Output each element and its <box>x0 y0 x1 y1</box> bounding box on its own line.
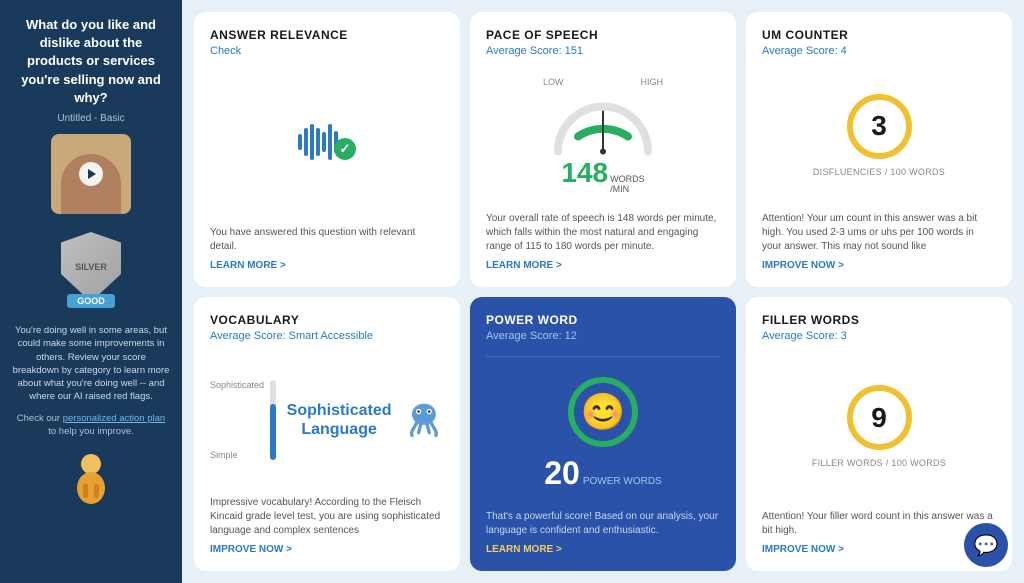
vocab-avg: Average Score: Smart Accessible <box>210 330 444 342</box>
filler-avg: Average Score: 3 <box>762 330 996 342</box>
filler-gauge: 9 <box>847 385 912 450</box>
vocab-level-labels: Sophisticated Simple <box>210 380 264 460</box>
play-button[interactable] <box>79 162 103 186</box>
um-action[interactable]: IMPROVE NOW > <box>762 260 996 271</box>
power-content: 😊 20 POWER WORDS <box>486 363 720 505</box>
power-divider <box>486 356 720 357</box>
power-avg: Average Score: 12 <box>486 330 720 342</box>
avatar[interactable] <box>51 134 131 214</box>
filler-content: 9 FILLER WORDS / 100 WORDS <box>762 350 996 505</box>
badge-container: SILVER GOOD <box>61 232 121 308</box>
waveform-icon <box>298 122 338 162</box>
cards-grid: ANSWER RELEVANCE Check ✓ You have <box>194 12 1012 571</box>
pace-of-speech-card: PACE OF SPEECH Average Score: 151 LOW HI… <box>470 12 736 287</box>
filler-desc: Attention! Your filler word count in thi… <box>762 510 996 538</box>
answer-relevance-avg: Check <box>210 45 444 57</box>
vocab-bar-fill <box>270 404 276 460</box>
um-content: 3 DISFLUENCIES / 100 WORDS <box>762 65 996 206</box>
vocab-bar-track <box>270 380 276 460</box>
speed-value-row: 148 WORDS/MIN <box>561 159 644 194</box>
speed-high-label: HIGH <box>641 77 664 87</box>
speedometer-labels: LOW HIGH <box>543 77 663 87</box>
speedometer-svg <box>548 89 658 159</box>
um-avg: Average Score: 4 <box>762 45 996 57</box>
vocab-top-label: Sophisticated <box>210 380 264 390</box>
vocab-highlight-text: Sophisticated Language <box>282 401 396 439</box>
speed-unit: WORDS/MIN <box>610 174 645 194</box>
vocab-desc: Impressive vocabulary! According to the … <box>210 496 444 538</box>
power-word-card: POWER WORD Average Score: 12 😊 20 POWER … <box>470 297 736 572</box>
power-title: POWER WORD <box>486 313 720 327</box>
chat-button[interactable]: 💬 <box>964 523 1008 567</box>
vocab-content: Sophisticated Simple Sophisticated Langu… <box>210 350 444 491</box>
answer-relevance-action[interactable]: LEARN MORE > <box>210 260 444 271</box>
um-gauge: 3 <box>847 94 912 159</box>
vocab-bar-section: Sophisticated Simple Sophisticated Langu… <box>210 380 396 460</box>
badge-text: SILVER <box>75 262 107 273</box>
answer-relevance-desc: You have answered this question with rel… <box>210 226 444 254</box>
badge-shield: SILVER <box>61 232 121 302</box>
sidebar-subtitle: Untitled - Basic <box>57 113 124 124</box>
main-content: ANSWER RELEVANCE Check ✓ You have <box>182 0 1024 583</box>
pace-action[interactable]: LEARN MORE > <box>486 260 720 271</box>
speed-value: 148 <box>561 159 608 187</box>
vocab-title: VOCABULARY <box>210 313 444 327</box>
sidebar-action-link[interactable]: Check our personalized action plan to he… <box>12 412 170 439</box>
sidebar-question: What do you like and dislike about the p… <box>12 16 170 107</box>
sidebar-figure-icon <box>61 446 121 506</box>
check-circle-icon: ✓ <box>334 138 356 160</box>
pace-desc: Your overall rate of speech is 148 words… <box>486 212 720 254</box>
chat-icon: 💬 <box>974 533 999 558</box>
vocab-action[interactable]: IMPROVE NOW > <box>210 544 444 555</box>
pace-avg: Average Score: 151 <box>486 45 720 57</box>
vocabulary-card: VOCABULARY Average Score: Smart Accessib… <box>194 297 460 572</box>
personalized-plan-link[interactable]: personalized action plan <box>63 413 165 424</box>
octopus-icon <box>404 392 444 447</box>
badge-label: GOOD <box>67 294 115 308</box>
um-title: UM COUNTER <box>762 28 996 42</box>
answer-relevance-content: ✓ <box>210 65 444 220</box>
power-count-row: 20 POWER WORDS <box>544 457 661 489</box>
vocab-bottom-label: Simple <box>210 450 264 460</box>
smiley-icon: 😊 <box>568 377 638 447</box>
power-unit: POWER WORDS <box>583 476 662 487</box>
speed-low-label: LOW <box>543 77 564 87</box>
sidebar: What do you like and dislike about the p… <box>0 0 182 583</box>
um-gauge-label: DISFLUENCIES / 100 WORDS <box>813 167 945 177</box>
relevance-icon: ✓ <box>298 122 356 162</box>
sidebar-description: You're doing well in some areas, but cou… <box>12 324 170 404</box>
power-action[interactable]: LEARN MORE > <box>486 544 720 555</box>
power-desc: That's a powerful score! Based on our an… <box>486 510 720 538</box>
pace-content: LOW HIGH 148 WORDS/MIN <box>486 65 720 206</box>
um-desc: Attention! Your um count in this answer … <box>762 212 996 254</box>
power-count: 20 <box>544 457 580 489</box>
filler-title: FILLER WORDS <box>762 313 996 327</box>
um-counter-card: UM COUNTER Average Score: 4 3 DISFLUENCI… <box>746 12 1012 287</box>
filler-action[interactable]: IMPROVE NOW > <box>762 544 996 555</box>
pace-title: PACE OF SPEECH <box>486 28 720 42</box>
filler-gauge-label: FILLER WORDS / 100 WORDS <box>812 458 946 468</box>
answer-relevance-card: ANSWER RELEVANCE Check ✓ You have <box>194 12 460 287</box>
answer-relevance-title: ANSWER RELEVANCE <box>210 28 444 42</box>
